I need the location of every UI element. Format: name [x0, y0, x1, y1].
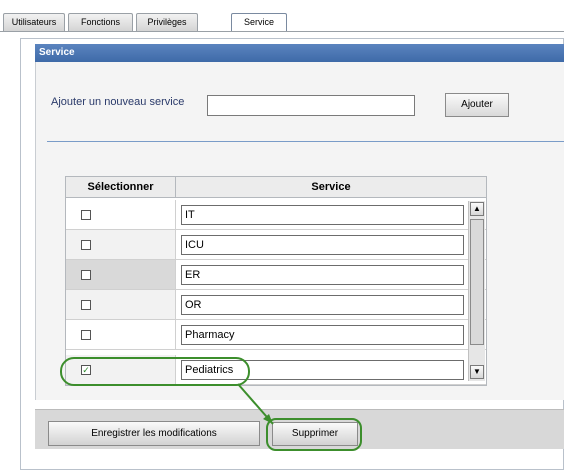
annotation-arrow — [237, 383, 274, 425]
